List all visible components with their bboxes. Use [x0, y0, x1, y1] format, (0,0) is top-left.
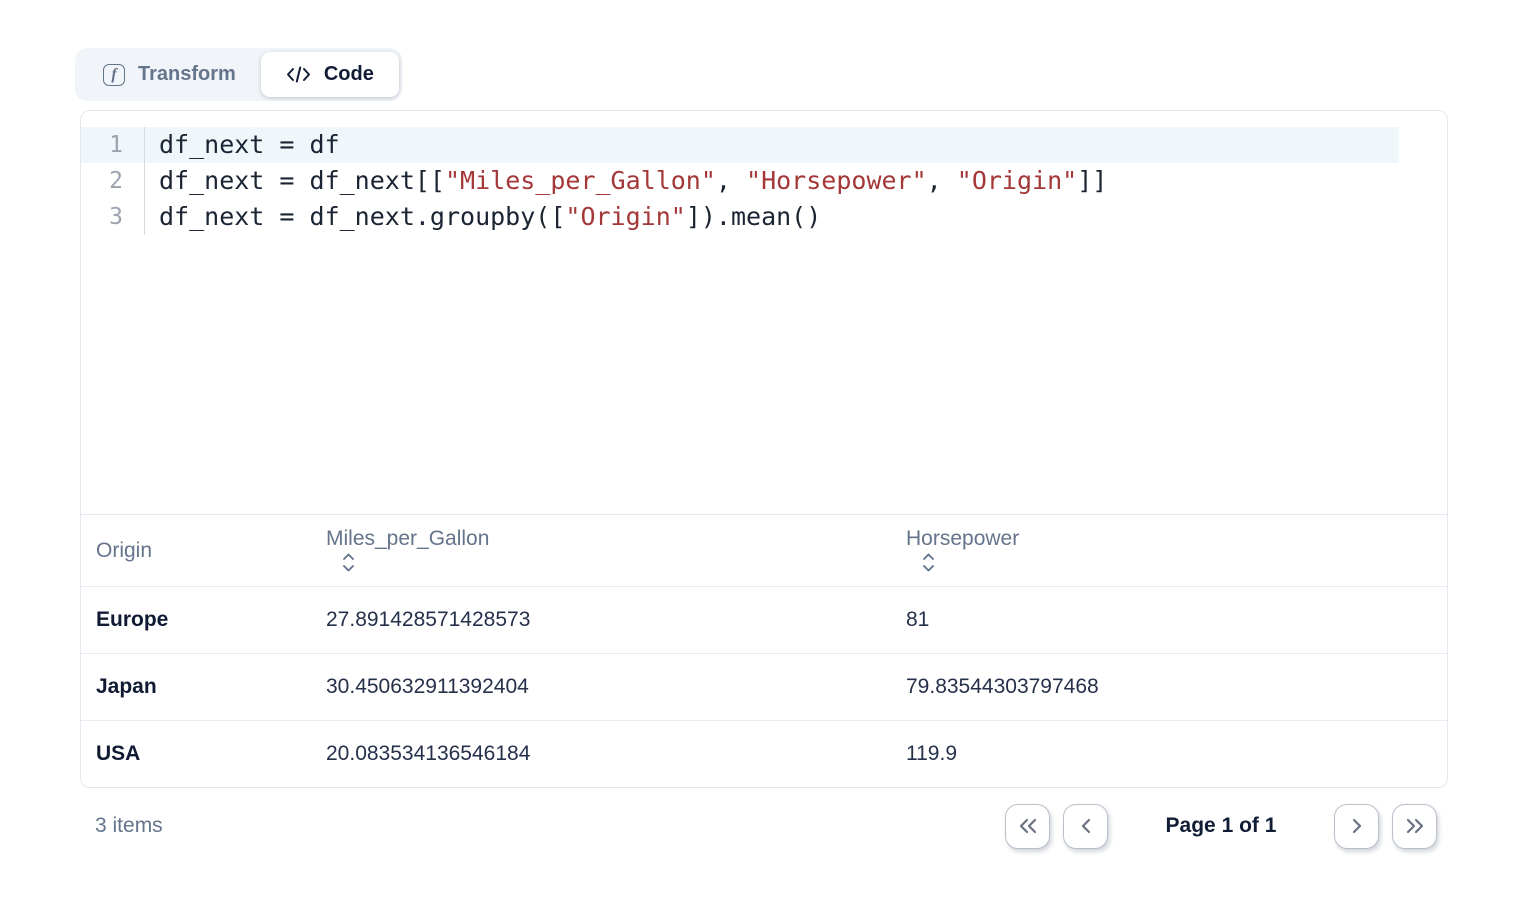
sort-icon — [920, 551, 937, 574]
code-token: ]] — [1077, 166, 1107, 195]
code-token: , — [716, 166, 746, 195]
page-indicator: Page 1 of 1 — [1165, 814, 1277, 838]
cell-horsepower: 79.83544303797468 — [891, 675, 1447, 699]
chevrons-right-icon — [1404, 817, 1426, 835]
pagination: Page 1 of 1 — [1005, 804, 1437, 849]
code-token: df_next = df — [159, 130, 340, 159]
next-page-button[interactable] — [1334, 804, 1379, 849]
table-header-row: Origin Miles_per_Gallon Horsepower — [81, 515, 1447, 586]
table-footer: 3 items Page 1 of 1 — [80, 801, 1448, 851]
cell-horsepower: 119.9 — [891, 742, 1447, 766]
column-header-origin: Origin — [81, 539, 311, 563]
sort-icon — [340, 551, 357, 574]
chevrons-left-icon — [1017, 817, 1039, 835]
cell-origin: Europe — [81, 608, 311, 632]
code-line-content[interactable]: df_next = df — [145, 127, 340, 163]
cell-miles-per-gallon: 20.083534136546184 — [311, 742, 891, 766]
first-page-button[interactable] — [1005, 804, 1050, 849]
code-line-content[interactable]: df_next = df_next[["Miles_per_Gallon", "… — [145, 163, 1107, 199]
items-count: 3 items — [95, 814, 163, 838]
tab-transform-label: Transform — [138, 63, 236, 86]
cell-miles-per-gallon: 27.891428571428573 — [311, 608, 891, 632]
line-number: 2 — [81, 163, 145, 199]
code-token: , — [927, 166, 957, 195]
chevron-left-icon — [1077, 817, 1095, 835]
line-number: 1 — [81, 127, 145, 163]
table-row: Japan30.45063291139240479.83544303797468 — [81, 653, 1447, 720]
cell-miles-per-gallon: 30.450632911392404 — [311, 675, 891, 699]
result-table: OriginMiles_per_GallonHorsepower Europe2… — [81, 514, 1447, 787]
code-token: "Origin" — [957, 166, 1077, 195]
column-header-label: Miles_per_Gallon — [326, 527, 489, 550]
code-token: df_next = df_next.groupby([ — [159, 202, 565, 231]
code-token: ]).mean() — [686, 202, 821, 231]
code-token: "Origin" — [565, 202, 685, 231]
cell-horsepower: 81 — [891, 608, 1447, 632]
column-header-miles_per_gallon[interactable]: Miles_per_Gallon — [311, 527, 891, 574]
last-page-button[interactable] — [1392, 804, 1437, 849]
tab-code[interactable]: Code — [261, 52, 399, 97]
code-token: "Miles_per_Gallon" — [445, 166, 716, 195]
line-number: 3 — [81, 199, 145, 235]
code-line: 2df_next = df_next[["Miles_per_Gallon", … — [81, 163, 1447, 199]
chevron-right-icon — [1348, 817, 1366, 835]
code-line-content[interactable]: df_next = df_next.groupby(["Origin"]).me… — [145, 199, 821, 235]
function-icon: f — [103, 64, 125, 86]
table-row: Europe27.89142857142857381 — [81, 586, 1447, 653]
table-row: USA20.083534136546184119.9 — [81, 720, 1447, 787]
previous-page-button[interactable] — [1063, 804, 1108, 849]
code-token: df_next = df_next[[ — [159, 166, 445, 195]
cell-origin: Japan — [81, 675, 311, 699]
column-header-horsepower[interactable]: Horsepower — [891, 527, 1447, 574]
code-token: "Horsepower" — [746, 166, 927, 195]
code-editor[interactable]: 1df_next = df2df_next = df_next[["Miles_… — [81, 111, 1447, 514]
code-line: 1 df_next = df — [81, 127, 1447, 163]
code-line: 3df_next = df_next.groupby(["Origin"]).m… — [81, 199, 1447, 235]
table-body: Europe27.89142857142857381Japan30.450632… — [81, 586, 1447, 787]
cell-origin: USA — [81, 742, 311, 766]
column-header-label: Origin — [96, 539, 152, 562]
tab-transform[interactable]: f Transform — [78, 52, 261, 97]
view-mode-tab-group: f Transform Code — [75, 48, 402, 101]
main-panel: 1df_next = df2df_next = df_next[["Miles_… — [80, 110, 1448, 788]
code-brackets-icon — [286, 64, 311, 85]
column-header-label: Horsepower — [906, 527, 1019, 550]
tab-code-label: Code — [324, 63, 374, 86]
